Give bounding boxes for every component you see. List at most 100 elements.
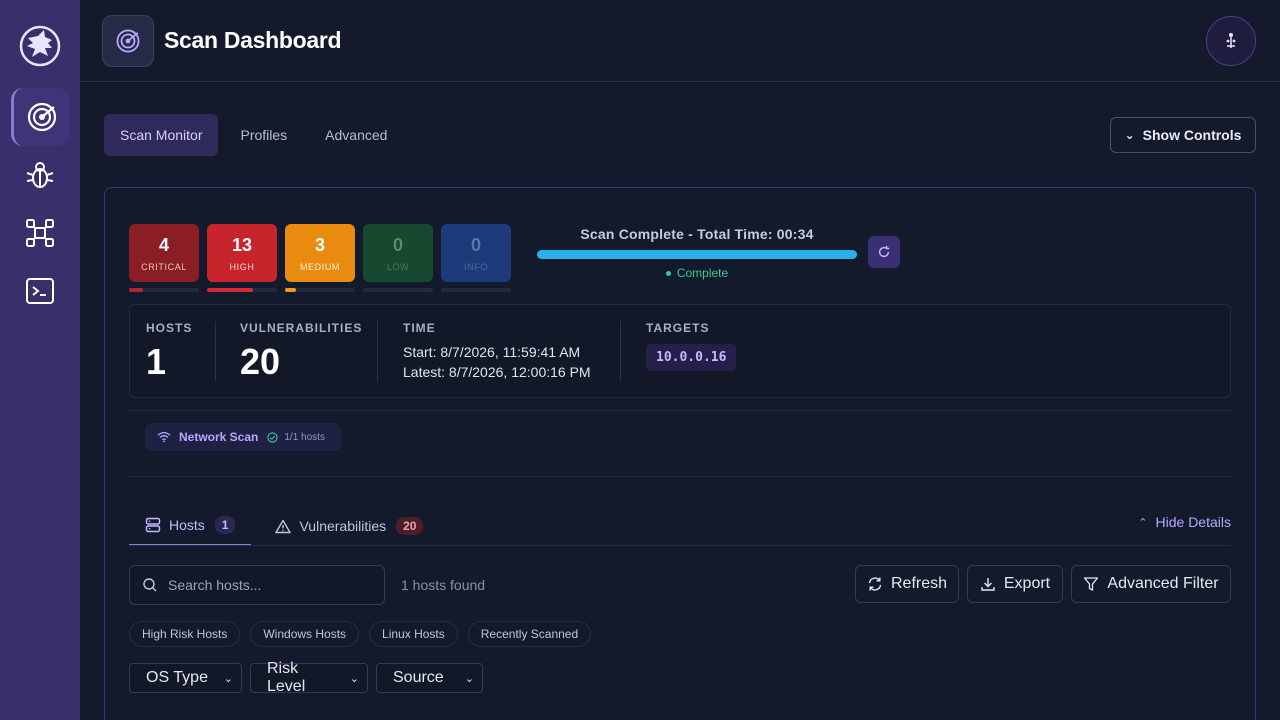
- scan-panel: 4 CRITICAL 13 HIGH 3 MEDIUM 0 LOW 0 INFO Scan Com…: [104, 187, 1256, 720]
- select-risk-level[interactable]: Risk Level ⌄: [250, 660, 368, 695]
- tab-hosts[interactable]: Hosts 1: [129, 506, 252, 546]
- chevron-up-icon: ⌃: [1138, 516, 1148, 529]
- search-input[interactable]: [168, 577, 368, 593]
- quick-filter-chip[interactable]: Linux Hosts: [369, 621, 458, 647]
- bug-icon: [26, 162, 54, 188]
- chevron-down-icon: ⌄: [464, 672, 474, 685]
- stat-targets: TARGETS 10.0.0.16: [646, 321, 737, 371]
- tabs-underline: [129, 545, 1231, 546]
- severity-count: 13: [231, 234, 253, 255]
- severity-tile: 0 INFO: [441, 224, 511, 282]
- chevron-down-icon: ⌄: [349, 672, 359, 685]
- quick-filters: High Risk Hosts Windows Hosts Linux Hosts R…: [129, 621, 601, 647]
- severity-info[interactable]: 0 INFO: [441, 224, 511, 292]
- severity-tile: 4 CRITICAL: [129, 224, 199, 282]
- tab-advanced[interactable]: Advanced: [309, 114, 403, 156]
- severity-critical[interactable]: 4 CRITICAL: [129, 224, 199, 292]
- page-header: Scan Dashboard: [80, 0, 1280, 82]
- wolf-logo-icon[interactable]: [18, 24, 62, 68]
- hosts-count-badge: 1: [214, 516, 236, 534]
- divider: [129, 476, 1231, 477]
- scan-stats: HOSTS 1 VULNERABILITIES 20 TIME Start: 8…: [129, 304, 1231, 398]
- target-chip[interactable]: 10.0.0.16: [646, 344, 737, 371]
- stat-vulns-value: 20: [240, 341, 281, 382]
- download-icon: [981, 578, 995, 591]
- stat-vulnerabilities: VULNERABILITIES 20: [240, 321, 362, 383]
- tab-vulnerabilities[interactable]: Vulnerabilities 20: [259, 506, 439, 546]
- severity-medium[interactable]: 3 MEDIUM: [285, 224, 355, 292]
- stat-targets-label: TARGETS: [646, 321, 710, 335]
- progress-bar: [537, 250, 857, 259]
- sidebar-item-vulnerabilities[interactable]: [11, 146, 69, 204]
- severity-label: CRITICAL: [141, 261, 187, 272]
- hide-details-label: Hide Details: [1155, 514, 1231, 530]
- status-dot-icon: [665, 271, 671, 277]
- search-box: [129, 565, 385, 605]
- quick-filter-chip[interactable]: High Risk Hosts: [129, 621, 241, 647]
- hide-details-button[interactable]: ⌃ Hide Details: [1138, 514, 1231, 530]
- sidebar-item-scan[interactable]: [11, 88, 69, 146]
- severity-bar: [285, 288, 355, 292]
- tab-scan-monitor[interactable]: Scan Monitor: [104, 114, 219, 156]
- refresh-icon: [868, 577, 882, 591]
- chevron-down-icon: ⌄: [1124, 128, 1135, 142]
- severity-tile: 13 HIGH: [207, 224, 277, 282]
- stat-hosts-label: HOSTS: [146, 321, 193, 335]
- robot-icon: [1226, 33, 1236, 48]
- network-scan-chip[interactable]: Network Scan 1/1 hosts: [145, 423, 341, 451]
- refresh-button[interactable]: Refresh: [855, 565, 959, 603]
- network-scan-hosts: 1/1 hosts: [284, 431, 325, 443]
- advanced-filter-label: Advanced Filter: [1107, 575, 1219, 592]
- severity-high[interactable]: 13 HIGH: [207, 224, 277, 292]
- result-tabs: Hosts 1 Vulnerabilities 20: [129, 506, 439, 546]
- filter-selects: OS Type ⌄ Risk Level ⌄ Source ⌄: [129, 660, 491, 695]
- severity-bar-fill: [207, 288, 253, 292]
- severity-count: 0: [470, 234, 481, 255]
- chevron-down-icon: ⌄: [223, 672, 233, 685]
- severity-bar: [129, 288, 199, 292]
- wifi-icon: [157, 432, 171, 443]
- filter-funnel-icon: [1084, 577, 1099, 591]
- tab-profiles[interactable]: Profiles: [224, 114, 303, 156]
- stat-time-start: Start: 8/7/2026, 11:59:41 AM: [403, 344, 581, 360]
- progress-status-label: Complete: [676, 266, 729, 280]
- progress-fill: [537, 250, 857, 259]
- tab-vulnerabilities-label: Vulnerabilities: [299, 518, 387, 534]
- severity-count: 0: [392, 234, 403, 255]
- severity-label: INFO: [464, 261, 488, 272]
- select-os-type[interactable]: OS Type ⌄: [129, 663, 242, 693]
- terminal-icon: [26, 278, 54, 304]
- stat-divider: [215, 321, 216, 381]
- severity-count: 4: [158, 234, 169, 255]
- stat-vulns-label: VULNERABILITIES: [240, 321, 363, 335]
- show-controls-button[interactable]: ⌄ Show Controls: [1110, 117, 1256, 153]
- severity-low[interactable]: 0 LOW: [363, 224, 433, 292]
- rescan-button[interactable]: [868, 236, 900, 268]
- select-source[interactable]: Source ⌄: [376, 663, 483, 693]
- stat-hosts: HOSTS 1: [146, 321, 192, 383]
- severity-tile: 3 MEDIUM: [285, 224, 355, 282]
- select-label: OS Type: [146, 669, 208, 686]
- sidebar-item-terminal[interactable]: [11, 262, 69, 320]
- export-button[interactable]: Export: [967, 565, 1063, 603]
- stat-time-latest: Latest: 8/7/2026, 12:00:16 PM: [403, 364, 591, 380]
- quick-filter-chip[interactable]: Windows Hosts: [250, 621, 360, 647]
- severity-tile: 0 LOW: [363, 224, 433, 282]
- refresh-label: Refresh: [890, 575, 948, 592]
- stat-time-label: TIME: [403, 321, 436, 335]
- scan-progress: Scan Complete - Total Time: 00:34 Comple…: [537, 226, 857, 280]
- quick-filter-chip[interactable]: Recently Scanned: [467, 621, 592, 647]
- user-avatar[interactable]: [1206, 16, 1256, 66]
- severity-bar-fill: [129, 288, 143, 292]
- severity-count: 3: [314, 234, 325, 255]
- severity-bar: [207, 288, 277, 292]
- advanced-filter-button[interactable]: Advanced Filter: [1071, 565, 1231, 603]
- select-label: Risk Level: [267, 660, 306, 695]
- severity-bar: [363, 288, 433, 292]
- header-radar-icon: [102, 14, 154, 67]
- sidebar-item-network[interactable]: [11, 204, 69, 262]
- hosts-found-count: 1 hosts found: [401, 577, 486, 593]
- divider: [129, 410, 1231, 411]
- check-circle-icon: [267, 431, 278, 443]
- severity-bar: [441, 288, 511, 292]
